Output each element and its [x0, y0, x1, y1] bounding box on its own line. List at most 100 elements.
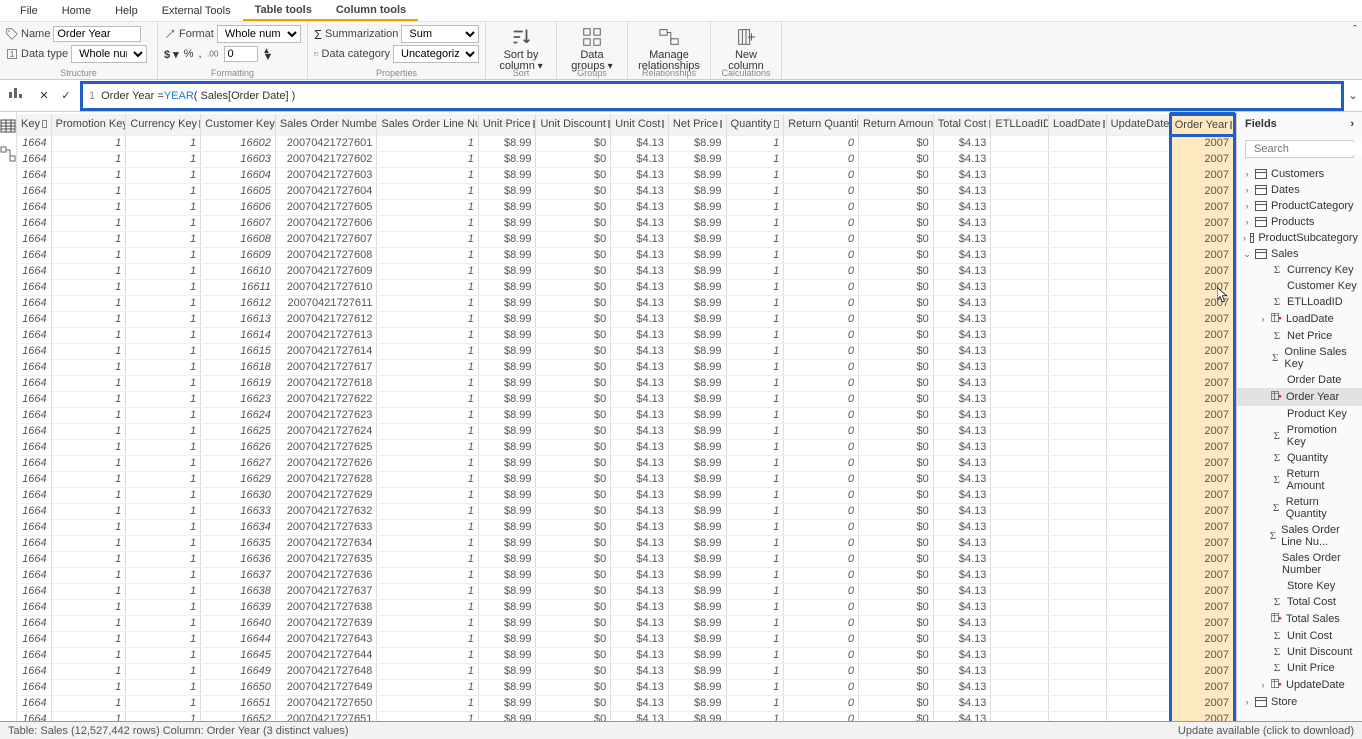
field-etlloadid[interactable]: ΣETLLoadID — [1237, 294, 1362, 310]
table-row[interactable]: 16641116627200704217276261$8.99$0$4.13$8… — [17, 456, 1235, 472]
menu-help[interactable]: Help — [103, 2, 150, 20]
column-header-unit-price[interactable]: Unit Price — [478, 114, 536, 136]
summarization-select[interactable]: Sum — [401, 25, 479, 43]
table-row[interactable]: 16641116602200704217276011$8.99$0$4.13$8… — [17, 136, 1235, 152]
data-view-icon[interactable] — [0, 118, 16, 134]
filter-icon[interactable] — [774, 120, 780, 128]
filter-icon[interactable] — [662, 120, 664, 128]
data-grid[interactable]: KeyPromotion KeyCurrency KeyCustomer Key… — [17, 112, 1236, 721]
field-order-date[interactable]: Order Date — [1237, 372, 1362, 388]
table-customers[interactable]: ›Customers — [1237, 166, 1362, 182]
table-row[interactable]: 16641116603200704217276021$8.99$0$4.13$8… — [17, 152, 1235, 168]
table-row[interactable]: 16641116607200704217276061$8.99$0$4.13$8… — [17, 216, 1235, 232]
format-select[interactable]: Whole number — [217, 25, 301, 43]
table-row[interactable]: 16641116650200704217276491$8.99$0$4.13$8… — [17, 680, 1235, 696]
table-row[interactable]: 16641116633200704217276321$8.99$0$4.13$8… — [17, 504, 1235, 520]
field-total-sales[interactable]: Total Sales — [1237, 610, 1362, 628]
column-header-key[interactable]: Key — [17, 114, 51, 136]
table-row[interactable]: 16641116618200704217276171$8.99$0$4.13$8… — [17, 360, 1235, 376]
field-currency-key[interactable]: ΣCurrency Key — [1237, 262, 1362, 278]
percent-format-button[interactable]: % — [184, 48, 194, 60]
table-row[interactable]: 16641116649200704217276481$8.99$0$4.13$8… — [17, 664, 1235, 680]
stepper-icon[interactable]: ▲▼ — [263, 48, 274, 60]
field-unit-price[interactable]: ΣUnit Price — [1237, 660, 1362, 676]
table-row[interactable]: 16641116635200704217276341$8.99$0$4.13$8… — [17, 536, 1235, 552]
filter-icon[interactable] — [1230, 121, 1232, 129]
field-product-key[interactable]: Product Key — [1237, 406, 1362, 422]
field-return-amount[interactable]: ΣReturn Amount — [1237, 466, 1362, 494]
table-row[interactable]: 16641116623200704217276221$8.99$0$4.13$8… — [17, 392, 1235, 408]
report-view-icon[interactable] — [7, 84, 23, 100]
formula-input[interactable]: 1 Order Year = YEAR ( Sales[Order Date] … — [80, 81, 1344, 111]
table-row[interactable]: 16641116610200704217276091$8.99$0$4.13$8… — [17, 264, 1235, 280]
field-sales-order-line-nu-[interactable]: ΣSales Order Line Nu... — [1237, 522, 1362, 550]
filter-icon[interactable] — [42, 120, 47, 128]
decimals-input[interactable] — [224, 46, 258, 62]
model-view-icon[interactable] — [0, 146, 16, 162]
table-row[interactable]: 16641116611200704217276101$8.99$0$4.13$8… — [17, 280, 1235, 296]
table-row[interactable]: 16641116636200704217276351$8.99$0$4.13$8… — [17, 552, 1235, 568]
table-row[interactable]: 16641116612200704217276111$8.99$0$4.13$8… — [17, 296, 1235, 312]
column-header-customer-key[interactable]: Customer Key — [201, 114, 276, 136]
column-header-quantity[interactable]: Quantity — [726, 114, 784, 136]
table-row[interactable]: 16641116625200704217276241$8.99$0$4.13$8… — [17, 424, 1235, 440]
table-row[interactable]: 16641116604200704217276031$8.99$0$4.13$8… — [17, 168, 1235, 184]
field-net-price[interactable]: ΣNet Price — [1237, 328, 1362, 344]
field-total-cost[interactable]: ΣTotal Cost — [1237, 594, 1362, 610]
column-header-net-price[interactable]: Net Price — [668, 114, 726, 136]
column-header-sales-order-line-number[interactable]: Sales Order Line Number — [377, 114, 478, 136]
filter-icon[interactable] — [720, 120, 722, 128]
table-row[interactable]: 16641116630200704217276291$8.99$0$4.13$8… — [17, 488, 1235, 504]
column-header-sales-order-number[interactable]: Sales Order Number — [275, 114, 376, 136]
cancel-formula-button[interactable]: ✕ — [36, 88, 52, 104]
fields-search-box[interactable] — [1245, 140, 1354, 158]
table-row[interactable]: 16641116634200704217276331$8.99$0$4.13$8… — [17, 520, 1235, 536]
field-updatedate[interactable]: ›UpdateDate — [1237, 676, 1362, 694]
menu-table-tools[interactable]: Table tools — [243, 1, 324, 21]
table-row[interactable]: 16641116609200704217276081$8.99$0$4.13$8… — [17, 248, 1235, 264]
table-row[interactable]: 16641116640200704217276391$8.99$0$4.13$8… — [17, 616, 1235, 632]
fields-list[interactable]: ›Customers›Dates›ProductCategory›Product… — [1237, 162, 1362, 721]
table-row[interactable]: 16641116651200704217276501$8.99$0$4.13$8… — [17, 696, 1235, 712]
field-return-quantity[interactable]: ΣReturn Quantity — [1237, 494, 1362, 522]
filter-icon[interactable] — [1103, 120, 1105, 128]
data-category-select[interactable]: Uncategorized — [393, 45, 479, 63]
column-header-etlloadid[interactable]: ETLLoadID — [991, 114, 1049, 136]
column-header-unit-discount[interactable]: Unit Discount — [536, 114, 611, 136]
field-quantity[interactable]: ΣQuantity — [1237, 450, 1362, 466]
menu-external-tools[interactable]: External Tools — [150, 2, 243, 20]
fields-search-input[interactable] — [1254, 143, 1362, 155]
table-row[interactable]: 16641116608200704217276071$8.99$0$4.13$8… — [17, 232, 1235, 248]
field-loaddate[interactable]: ›LoadDate — [1237, 310, 1362, 328]
table-row[interactable]: 16641116614200704217276131$8.99$0$4.13$8… — [17, 328, 1235, 344]
datatype-select[interactable]: Whole number — [71, 45, 147, 63]
table-productcategory[interactable]: ›ProductCategory — [1237, 198, 1362, 214]
table-row[interactable]: 16641116615200704217276141$8.99$0$4.13$8… — [17, 344, 1235, 360]
table-row[interactable]: 16641116652200704217276511$8.99$0$4.13$8… — [17, 712, 1235, 722]
menu-column-tools[interactable]: Column tools — [324, 1, 418, 21]
field-promotion-key[interactable]: ΣPromotion Key — [1237, 422, 1362, 450]
table-row[interactable]: 16641116605200704217276041$8.99$0$4.13$8… — [17, 184, 1235, 200]
table-row[interactable]: 16641116619200704217276181$8.99$0$4.13$8… — [17, 376, 1235, 392]
commit-formula-button[interactable]: ✓ — [58, 88, 74, 104]
table-row[interactable]: 16641116606200704217276051$8.99$0$4.13$8… — [17, 200, 1235, 216]
table-row[interactable]: 16641116624200704217276231$8.99$0$4.13$8… — [17, 408, 1235, 424]
currency-format-button[interactable]: $ ▾ — [164, 48, 179, 61]
table-row[interactable]: 16641116637200704217276361$8.99$0$4.13$8… — [17, 568, 1235, 584]
field-online-sales-key[interactable]: ΣOnline Sales Key — [1237, 344, 1362, 372]
table-products[interactable]: ›Products — [1237, 214, 1362, 230]
field-order-year[interactable]: Order Year — [1237, 388, 1362, 406]
table-productsubcategory[interactable]: ›ProductSubcategory — [1237, 230, 1362, 246]
filter-icon[interactable] — [608, 120, 610, 128]
column-header-return-amount[interactable]: Return Amount — [858, 114, 933, 136]
column-header-updatedate[interactable]: UpdateDate — [1106, 114, 1170, 136]
table-row[interactable]: 16641116629200704217276281$8.99$0$4.13$8… — [17, 472, 1235, 488]
collapse-ribbon-button[interactable]: ˆ — [1348, 22, 1362, 79]
column-header-currency-key[interactable]: Currency Key — [126, 114, 201, 136]
table-row[interactable]: 16641116644200704217276431$8.99$0$4.13$8… — [17, 632, 1235, 648]
filter-icon[interactable] — [533, 120, 535, 128]
status-update-link[interactable]: Update available (click to download) — [1178, 725, 1354, 737]
table-sales[interactable]: ⌄Sales — [1237, 246, 1362, 262]
field-customer-key[interactable]: Customer Key — [1237, 278, 1362, 294]
comma-format-button[interactable]: , — [198, 48, 201, 60]
